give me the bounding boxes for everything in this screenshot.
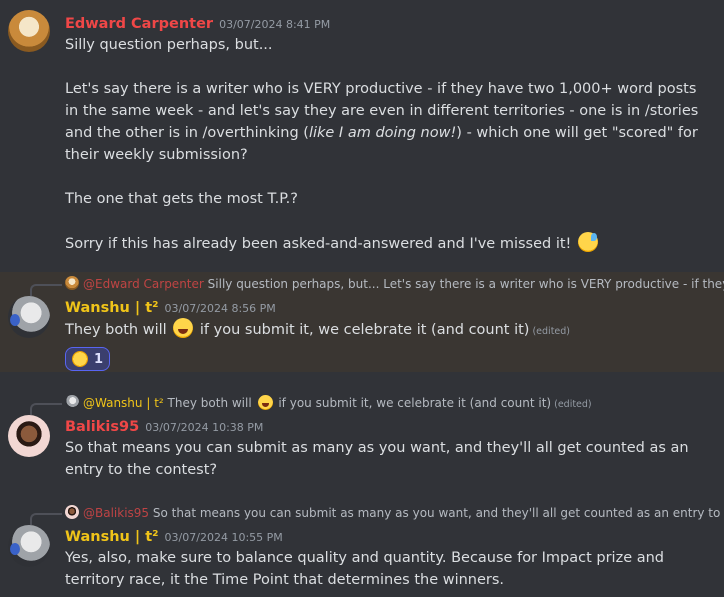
sweat-smile-emoji-icon [577, 232, 598, 252]
reply-reference[interactable]: @Wanshu | t² They both will if you submi… [65, 394, 724, 412]
reply-preview: Silly question perhaps, but... Let's say… [207, 277, 724, 291]
author-name[interactable]: Wanshu | t² [65, 300, 159, 316]
timestamp: 03/07/2024 8:41 PM [219, 18, 331, 31]
message-content: Wanshu | t² 03/07/2024 10:55 PM Yes, also… [65, 525, 714, 591]
reply-mention[interactable]: @Wanshu | t² [83, 396, 164, 410]
avatar[interactable] [8, 10, 50, 52]
author-name[interactable]: Wanshu | t² [65, 529, 159, 545]
avatar[interactable] [8, 415, 50, 457]
message-text: They both will if you submit it, we cele… [65, 318, 714, 343]
reply-mention[interactable]: @Balikis95 [83, 506, 149, 520]
avatar[interactable] [8, 296, 50, 338]
reply-mention[interactable]: @Edward Carpenter [83, 277, 204, 291]
mini-avatar [65, 395, 79, 409]
mini-avatar [65, 276, 79, 290]
paragraph: The one that gets the most T.P.? [65, 191, 298, 207]
message-header: Wanshu | t² 03/07/2024 10:55 PM [65, 525, 714, 547]
author-name[interactable]: Edward Carpenter [65, 16, 213, 32]
message-header: Wanshu | t² 03/07/2024 8:56 PM [65, 296, 714, 318]
message-text: Silly question perhaps, but... Let's say… [65, 34, 714, 255]
avatar[interactable] [8, 525, 50, 567]
italic-text: like I am doing now! [308, 125, 457, 141]
message-content: Balikis95 03/07/2024 10:38 PM So that mea… [65, 415, 714, 481]
message-wanshu-1: @Edward Carpenter Silly question perhaps… [0, 274, 724, 371]
author-name[interactable]: Balikis95 [65, 419, 139, 435]
reaction-count: 1 [94, 351, 104, 367]
message-content: Edward Carpenter 03/07/2024 8:41 PM Silly… [65, 12, 714, 255]
reply-reference[interactable]: @Edward Carpenter Silly question perhaps… [65, 275, 724, 293]
message-text: Yes, also, make sure to balance quality … [65, 550, 665, 588]
laughing-emoji-icon [173, 318, 194, 338]
edited-label: (edited) [554, 399, 592, 410]
timestamp: 03/07/2024 8:56 PM [164, 302, 276, 315]
timestamp: 03/07/2024 10:55 PM [164, 531, 283, 544]
mini-avatar [65, 505, 79, 519]
reply-reference[interactable]: @Balikis95 So that means you can submit … [65, 504, 724, 522]
reply-spine [30, 284, 62, 296]
message-wanshu-2: @Balikis95 So that means you can submit … [0, 503, 724, 597]
message-content: Wanshu | t² 03/07/2024 8:56 PM They both … [65, 296, 714, 371]
timestamp: 03/07/2024 10:38 PM [145, 421, 264, 434]
reply-spine [30, 513, 62, 525]
laughing-emoji-icon [257, 395, 273, 410]
message-header: Edward Carpenter 03/07/2024 8:41 PM [65, 12, 714, 34]
edited-label: (edited) [532, 326, 570, 337]
message-header: Balikis95 03/07/2024 10:38 PM [65, 415, 714, 437]
message-edward-1: Edward Carpenter 03/07/2024 8:41 PM Silly… [0, 10, 724, 270]
reaction-button[interactable]: 1 [65, 347, 111, 371]
paragraph: Let's say there is a writer who is VERY … [65, 81, 699, 163]
message-text: So that means you can submit as many as … [65, 440, 689, 478]
paragraph: Silly question perhaps, but... [65, 37, 273, 53]
reaction-emoji-icon [72, 351, 88, 367]
message-balikis-1: @Wanshu | t² They both will if you submi… [0, 393, 724, 488]
reply-preview: So that means you can submit as many as … [152, 506, 724, 520]
paragraph: Sorry if this has already been asked-and… [65, 232, 714, 255]
reply-spine [30, 403, 62, 415]
